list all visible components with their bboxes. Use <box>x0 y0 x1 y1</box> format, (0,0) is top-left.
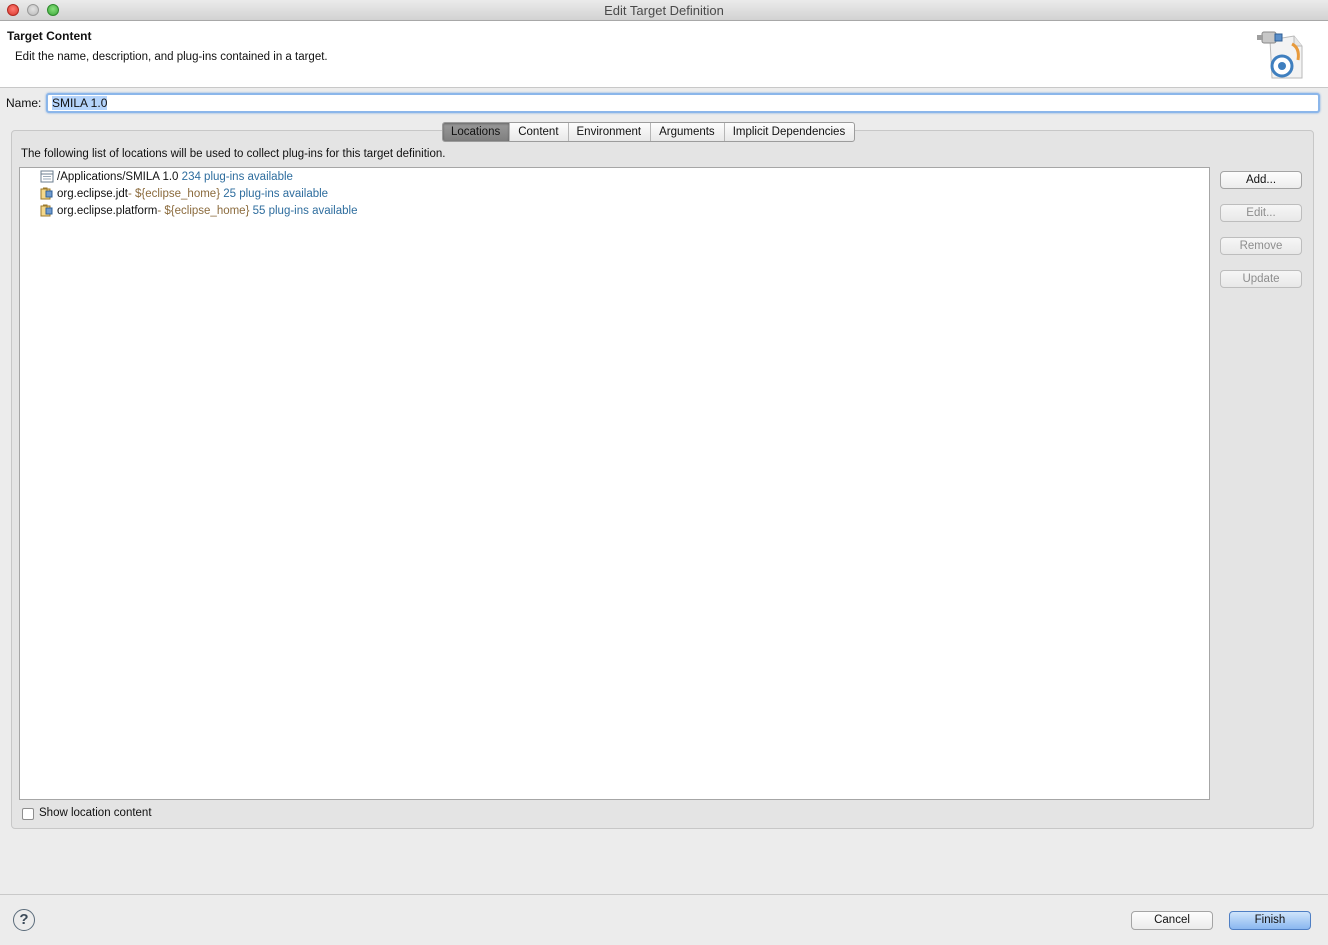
target-plugin-icon <box>1257 31 1303 79</box>
name-field[interactable]: SMILA 1.0 <box>46 93 1320 113</box>
tab-content[interactable]: Content <box>510 123 569 141</box>
location-meta: - ${eclipse_home} <box>127 187 221 200</box>
location-count: 55 plug-ins available <box>252 204 358 217</box>
location-row[interactable]: /Applications/SMILA 1.0 234 plug-ins ava… <box>40 168 293 185</box>
feature-location-icon <box>40 204 53 217</box>
update-button[interactable]: Update <box>1220 270 1302 288</box>
page-description: Edit the name, description, and plug-ins… <box>15 51 328 63</box>
location-count: 234 plug-ins available <box>181 170 293 183</box>
locations-tree[interactable]: /Applications/SMILA 1.0 234 plug-ins ava… <box>19 167 1210 800</box>
wizard-header: Target Content Edit the name, descriptio… <box>0 21 1328 88</box>
show-location-content-checkbox[interactable] <box>22 808 34 820</box>
remove-button[interactable]: Remove <box>1220 237 1302 255</box>
title-bar: Edit Target Definition <box>0 0 1328 21</box>
footer-divider <box>0 894 1328 895</box>
location-count: 25 plug-ins available <box>223 187 329 200</box>
finish-button[interactable]: Finish <box>1229 911 1311 930</box>
help-icon[interactable]: ? <box>13 909 35 931</box>
tab-bar: Locations Content Environment Arguments … <box>442 122 856 142</box>
tab-arguments[interactable]: Arguments <box>651 123 725 141</box>
locations-description: The following list of locations will be … <box>21 148 446 160</box>
location-name: org.eclipse.platform <box>57 204 158 217</box>
location-name: /Applications/SMILA 1.0 <box>57 170 179 183</box>
tab-locations[interactable]: Locations <box>443 123 511 141</box>
cancel-button[interactable]: Cancel <box>1131 911 1213 930</box>
feature-location-icon <box>40 187 53 200</box>
location-name: org.eclipse.jdt <box>57 187 128 200</box>
name-field-value: SMILA 1.0 <box>52 96 108 110</box>
edit-button[interactable]: Edit... <box>1220 204 1302 222</box>
tab-implicit-dependencies[interactable]: Implicit Dependencies <box>725 123 855 141</box>
location-row[interactable]: org.eclipse.platform - ${eclipse_home} 5… <box>40 202 357 219</box>
name-label: Name: <box>6 96 42 110</box>
page-title: Target Content <box>7 29 92 43</box>
location-meta: - ${eclipse_home} <box>157 204 250 217</box>
location-row[interactable]: org.eclipse.jdt - ${eclipse_home} 25 plu… <box>40 185 328 202</box>
add-button[interactable]: Add... <box>1220 171 1302 189</box>
window-title: Edit Target Definition <box>604 3 724 18</box>
tab-environment[interactable]: Environment <box>569 123 652 141</box>
directory-location-icon <box>40 170 54 183</box>
show-location-content-label: Show location content <box>39 807 152 819</box>
